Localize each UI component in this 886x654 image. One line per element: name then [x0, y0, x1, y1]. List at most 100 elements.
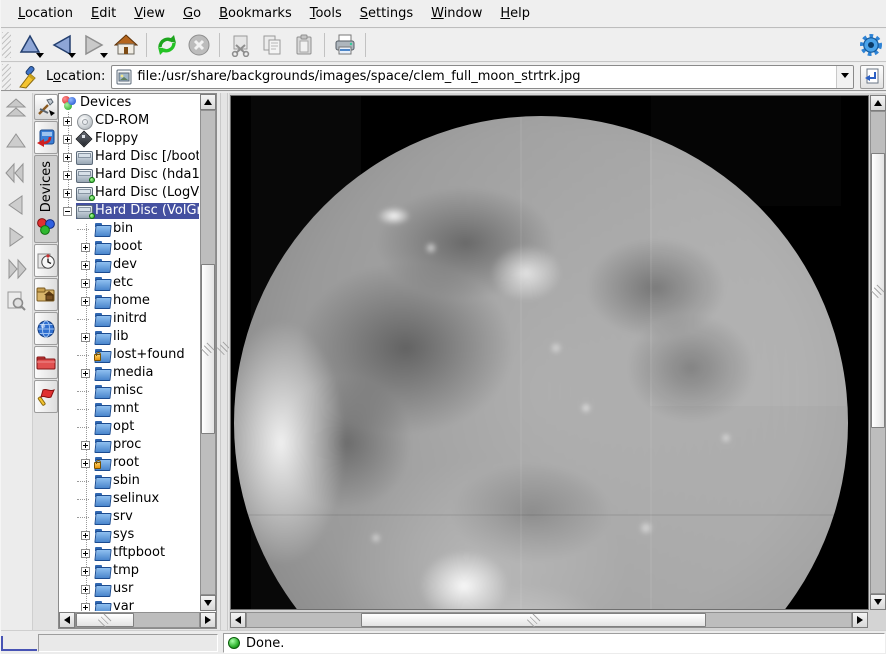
tree-expander[interactable] [81, 297, 90, 306]
up-dropdown-arrow-icon[interactable] [36, 53, 44, 58]
tree-item[interactable]: var [59, 598, 199, 611]
tree-hscroll-thumb[interactable] [76, 613, 134, 627]
tree-expander[interactable] [81, 225, 90, 234]
tree-expander[interactable] [81, 567, 90, 576]
tree-item[interactable]: opt [59, 418, 199, 436]
view-scroll-left-button[interactable] [230, 612, 246, 628]
tree-item[interactable]: srv [59, 508, 199, 526]
double-right-button[interactable] [1, 253, 31, 285]
tree-item[interactable]: tmp [59, 562, 199, 580]
tree-expander[interactable] [81, 423, 90, 432]
tree-item-label[interactable]: root [112, 455, 142, 471]
view-hscroll-thumb[interactable] [361, 613, 706, 627]
sidebar-tab-history[interactable] [34, 244, 58, 277]
menu-help[interactable]: Help [491, 2, 539, 25]
tree-expander[interactable] [81, 441, 90, 450]
tree-item-label[interactable]: etc [112, 275, 136, 291]
tree-item[interactable]: Hard Disc (VolGrou [59, 202, 199, 220]
menu-bookmarks[interactable]: Bookmarks [210, 2, 301, 25]
tree-item-label[interactable]: Floppy [94, 131, 141, 147]
menu-location[interactable]: Location [9, 2, 82, 25]
tree-expander[interactable] [81, 549, 90, 558]
tree-item-label[interactable]: Devices [79, 95, 134, 111]
tree-item-label[interactable]: opt [112, 419, 137, 435]
tree-scroll-down-button[interactable] [200, 595, 216, 611]
copy-button[interactable] [256, 30, 288, 60]
sidebar-tab-home[interactable] [34, 278, 58, 311]
tree-item[interactable]: lib [59, 328, 199, 346]
tree-item[interactable]: sys [59, 526, 199, 544]
tree-expander[interactable] [81, 585, 90, 594]
view-scroll-right-button[interactable] [852, 612, 868, 628]
tree-item-label[interactable]: selinux [112, 491, 162, 507]
tree-item-label[interactable]: CD-ROM [94, 113, 152, 129]
tree-item[interactable]: sbin [59, 472, 199, 490]
tree-expander[interactable] [63, 189, 72, 198]
sidebar-tab-network[interactable] [34, 312, 58, 345]
tree-item-label[interactable]: lib [112, 329, 131, 345]
tree-expander[interactable] [81, 351, 90, 360]
tree-item-label[interactable]: tmp [112, 563, 142, 579]
view-scroll-down-button[interactable] [870, 594, 886, 610]
tree-expander[interactable] [81, 315, 90, 324]
tree-item-label[interactable]: bin [112, 221, 136, 237]
tree-item-label[interactable]: home [112, 293, 153, 309]
sidebar-tab-bookmarks[interactable] [34, 380, 58, 413]
print-button[interactable] [329, 30, 361, 60]
find-button[interactable] [1, 285, 31, 317]
sidebar-tab-devices[interactable]: Devices [34, 155, 58, 243]
menu-window[interactable]: Window [422, 2, 491, 25]
toolbar-drag-handle[interactable] [2, 64, 11, 90]
tree-item[interactable]: lost+found [59, 346, 199, 364]
tree-item-label[interactable]: dev [112, 257, 140, 273]
sidebar-tab-mediaplayer[interactable] [34, 121, 58, 154]
menu-go[interactable]: Go [174, 2, 210, 25]
tree-expander[interactable] [81, 333, 90, 342]
home-button[interactable] [110, 30, 142, 60]
tree-item[interactable]: Hard Disc (hda1) [/ [59, 166, 199, 184]
location-combobox[interactable]: file:/usr/share/backgrounds/images/space… [111, 65, 854, 89]
menu-tools[interactable]: Tools [301, 2, 351, 25]
stop-button[interactable] [183, 30, 215, 60]
tree-scroll-right-button[interactable] [200, 612, 216, 628]
tree-item[interactable]: Hard Disc [/boot] [59, 148, 199, 166]
paste-button[interactable] [288, 30, 320, 60]
tree-item[interactable]: Floppy [59, 130, 199, 148]
double-left-button[interactable] [1, 157, 31, 189]
tree-item[interactable]: boot [59, 238, 199, 256]
tree-scroll-left-button[interactable] [59, 612, 75, 628]
tree-item-label[interactable]: media [112, 365, 157, 381]
tree-item-label[interactable]: tftpboot [112, 545, 168, 561]
tree-item-label[interactable]: initrd [112, 311, 150, 327]
clear-location-button[interactable] [14, 62, 42, 92]
tree-item[interactable]: proc [59, 436, 199, 454]
tree-item[interactable]: Hard Disc (LogVol0 [59, 184, 199, 202]
tree-expander[interactable] [81, 459, 90, 468]
menu-view[interactable]: View [125, 2, 174, 25]
tree-item[interactable]: bin [59, 220, 199, 238]
tree-expander[interactable] [81, 243, 90, 252]
tree-vscroll-thumb[interactable] [201, 264, 215, 434]
up-button[interactable] [14, 30, 46, 60]
tree-item-label[interactable]: boot [112, 239, 145, 255]
tree-item-label[interactable]: proc [112, 437, 144, 453]
tree-item-label[interactable]: srv [112, 509, 136, 525]
location-dropdown-button[interactable] [836, 66, 853, 88]
location-value[interactable]: file:/usr/share/backgrounds/images/space… [137, 69, 580, 84]
tree-item[interactable]: usr [59, 580, 199, 598]
tree-item[interactable]: selinux [59, 490, 199, 508]
tree-expander[interactable] [81, 279, 90, 288]
right-nav-button[interactable] [1, 221, 31, 253]
sidebar-tab-root-folder[interactable] [34, 346, 58, 379]
tree-expander[interactable] [81, 387, 90, 396]
tree-item-label[interactable]: mnt [112, 401, 142, 417]
tree-expander[interactable] [81, 495, 90, 504]
view-vscroll-thumb[interactable] [871, 153, 885, 428]
tree-expander[interactable] [81, 513, 90, 522]
up-nav-button[interactable] [1, 125, 31, 157]
menu-edit[interactable]: Edit [82, 2, 125, 25]
tree-item[interactable]: Devices [59, 94, 199, 112]
tree-expander[interactable] [81, 531, 90, 540]
tree-item[interactable]: initrd [59, 310, 199, 328]
tree-item-label[interactable]: sys [112, 527, 137, 543]
